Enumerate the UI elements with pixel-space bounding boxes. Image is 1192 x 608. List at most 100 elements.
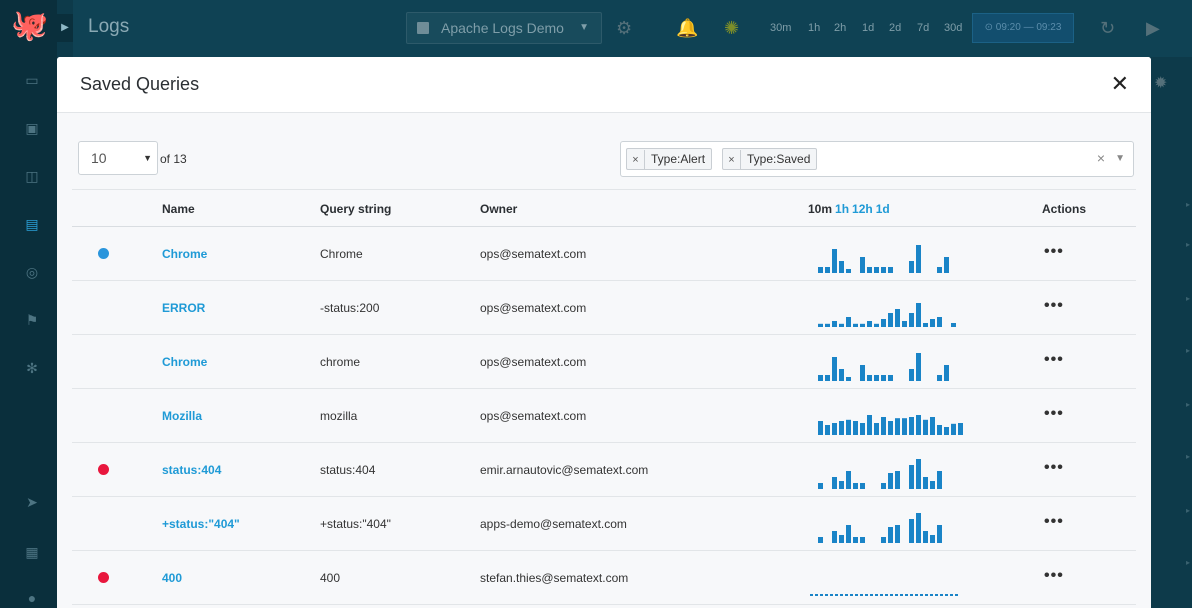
sparkline-bar <box>832 357 837 381</box>
time-range-button[interactable]: ⊙ 09:20 — 09:23 <box>972 13 1074 43</box>
app-selector[interactable]: Apache Logs Demo ▼ <box>406 12 602 44</box>
sparkline-bar <box>937 425 942 435</box>
spark-range-1d[interactable]: 1d <box>876 202 890 216</box>
query-string: mozilla <box>320 409 358 423</box>
query-name-link[interactable]: Chrome <box>162 247 207 261</box>
query-string: -status:200 <box>320 301 380 315</box>
table-row[interactable]: +status:"404" +status:"404" apps-demo@sema… <box>72 497 1136 551</box>
query-owner: ops@sematext.com <box>480 301 587 315</box>
gift-icon[interactable]: ▦ <box>24 544 40 560</box>
expand-arrow-icon[interactable]: ▸ <box>1186 294 1190 303</box>
time-2d[interactable]: 2d <box>889 22 901 34</box>
spark-range-10m[interactable]: 10m <box>808 202 832 216</box>
chart-icon[interactable]: ◫ <box>24 168 40 184</box>
sparkline-bar <box>937 471 942 489</box>
sparkline-bar <box>815 594 818 596</box>
query-name-link[interactable]: +status:"404" <box>162 517 240 531</box>
expand-arrow-icon[interactable]: ▸ <box>1186 346 1190 355</box>
refresh-icon[interactable]: ↻ <box>1100 16 1115 40</box>
col-owner[interactable]: Owner <box>480 202 517 216</box>
sparkline-bar <box>930 481 935 489</box>
spark-range-1h[interactable]: 1h <box>835 202 849 216</box>
time-7d[interactable]: 7d <box>917 22 929 34</box>
user-icon[interactable]: ● <box>24 590 40 606</box>
sparkline-bar <box>916 415 921 435</box>
query-string: +status:"404" <box>320 517 391 531</box>
sidebar-collapse-button[interactable]: ▶ <box>57 14 73 42</box>
sparkline-bar <box>825 425 830 435</box>
time-30d[interactable]: 30d <box>944 22 962 34</box>
sparkline-bar <box>881 417 886 435</box>
expand-arrow-icon[interactable]: ▸ <box>1186 506 1190 515</box>
more-actions-icon[interactable]: ••• <box>1044 297 1064 315</box>
table-row[interactable]: status:404 status:404 emir.arnautovic@sema… <box>72 443 1136 497</box>
puzzle-icon[interactable]: ✻ <box>24 360 40 376</box>
table-row[interactable]: ERROR -status:200 ops@sematext.com ••• <box>72 281 1136 335</box>
sparkline-bar <box>880 594 883 596</box>
expand-arrow-icon[interactable]: ▸ <box>1186 452 1190 461</box>
caret-down-icon[interactable]: ▼ <box>1115 153 1125 164</box>
query-name-link[interactable]: status:404 <box>162 463 221 477</box>
time-30m[interactable]: 30m <box>770 22 791 34</box>
inbox-icon[interactable]: ▣ <box>24 120 40 136</box>
query-name-link[interactable]: ERROR <box>162 301 205 315</box>
status-globe-icon[interactable]: ✺ <box>724 16 739 40</box>
experience-icon[interactable]: ◎ <box>24 264 40 280</box>
table-row[interactable]: Chrome Chrome ops@sematext.com ••• <box>72 227 1136 281</box>
monitoring-icon[interactable]: ▭ <box>24 72 40 88</box>
send-icon[interactable]: ➤ <box>24 494 40 510</box>
filter-input[interactable]: × Type:Alert × Type:Saved × ▼ <box>620 141 1134 177</box>
filter-tag-saved: × Type:Saved <box>722 148 818 170</box>
more-actions-icon[interactable]: ••• <box>1044 567 1064 585</box>
sparkline-chart <box>810 594 958 596</box>
page-size-select[interactable]: 10 ▼ <box>78 141 158 175</box>
close-icon[interactable]: ✕ <box>1111 72 1129 96</box>
query-name-link[interactable]: Mozilla <box>162 409 202 423</box>
more-actions-icon[interactable]: ••• <box>1044 459 1064 477</box>
app-selector-label: Apache Logs Demo <box>441 20 564 36</box>
col-name[interactable]: Name <box>162 202 195 216</box>
query-name-link[interactable]: 400 <box>162 571 182 585</box>
sparkline-bar <box>923 323 928 327</box>
more-actions-icon[interactable]: ••• <box>1044 513 1064 531</box>
expand-arrow-icon[interactable]: ▸ <box>1186 400 1190 409</box>
col-query[interactable]: Query string <box>320 202 391 216</box>
sparkline-bar <box>888 267 893 273</box>
settings-icon[interactable]: ⚙ <box>616 16 632 40</box>
sparkline-bar <box>825 594 828 596</box>
bell-icon[interactable]: 🔔 <box>676 16 698 40</box>
table-row[interactable]: Chrome chrome ops@sematext.com ••• <box>72 335 1136 389</box>
logs-icon[interactable]: ▤ <box>24 216 40 232</box>
page-size-value: 10 <box>91 150 107 166</box>
time-1d[interactable]: 1d <box>862 22 874 34</box>
more-actions-icon[interactable]: ••• <box>1044 405 1064 423</box>
more-actions-icon[interactable]: ••• <box>1044 243 1064 261</box>
query-name-link[interactable]: Chrome <box>162 355 207 369</box>
gear-icon[interactable]: ✹ <box>1154 72 1167 96</box>
octopus-logo-icon[interactable]: 🐙 <box>10 8 50 44</box>
table-row[interactable]: Mozilla mozilla ops@sematext.com ••• <box>72 389 1136 443</box>
remove-tag-icon[interactable]: × <box>723 150 741 170</box>
clear-filters-icon[interactable]: × <box>1097 150 1105 166</box>
sparkline-bar <box>951 423 956 435</box>
expand-arrow-icon[interactable]: ▸ <box>1186 240 1190 249</box>
more-actions-icon[interactable]: ••• <box>1044 351 1064 369</box>
time-1h[interactable]: 1h <box>808 22 820 34</box>
query-owner: ops@sematext.com <box>480 247 587 261</box>
saved-queries-table: Name Query string Owner 10m 1h 12h 1d Actio… <box>72 189 1136 605</box>
play-icon[interactable]: ▶ <box>1146 16 1160 40</box>
sparkline-bar <box>937 375 942 381</box>
table-row[interactable]: 400 400 stefan.thies@sematext.com ••• <box>72 551 1136 605</box>
sparkline-bar <box>905 594 908 596</box>
flag-icon[interactable]: ⚑ <box>24 312 40 328</box>
sparkline-bar <box>935 594 938 596</box>
spark-range-12h[interactable]: 12h <box>852 202 873 216</box>
sparkline-bar <box>818 421 823 435</box>
remove-tag-icon[interactable]: × <box>627 150 645 170</box>
sparkline-bar <box>853 323 858 327</box>
query-owner: ops@sematext.com <box>480 409 587 423</box>
time-2h[interactable]: 2h <box>834 22 846 34</box>
expand-arrow-icon[interactable]: ▸ <box>1186 200 1190 209</box>
sparkline-bar <box>874 267 879 273</box>
expand-arrow-icon[interactable]: ▸ <box>1186 558 1190 567</box>
